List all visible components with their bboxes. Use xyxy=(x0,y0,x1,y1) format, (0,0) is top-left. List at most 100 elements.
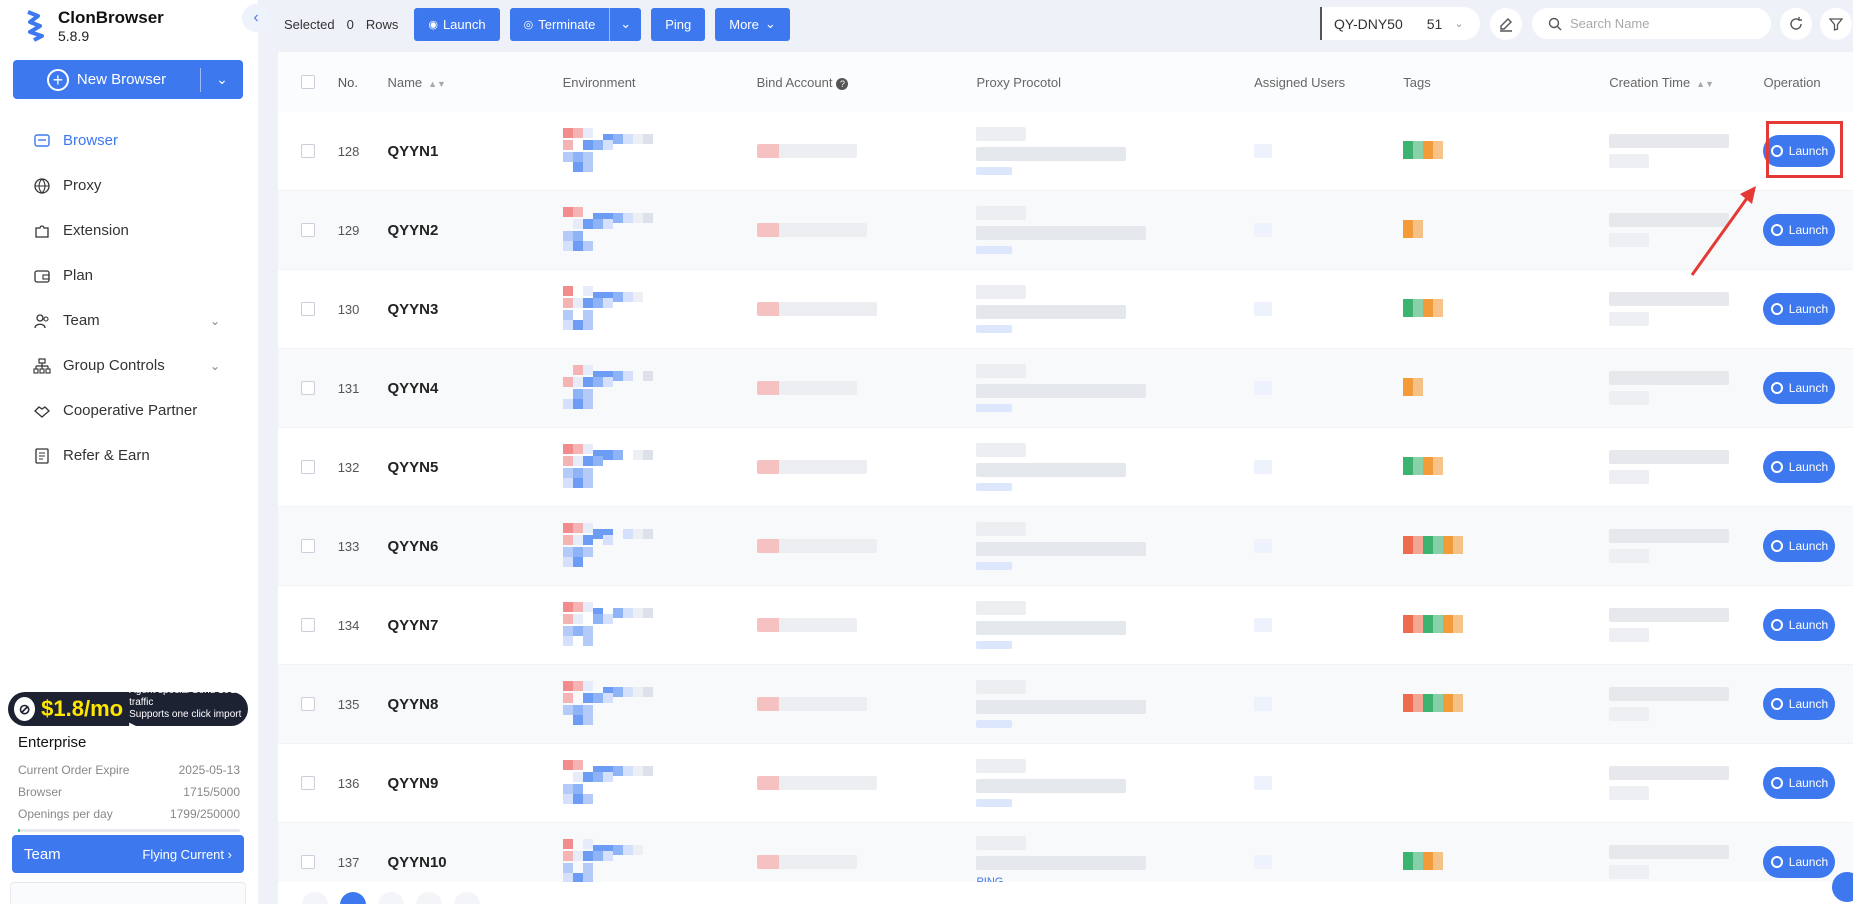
row-name[interactable]: QYYN3 xyxy=(387,301,562,318)
row-launch-button[interactable]: Launch xyxy=(1763,214,1836,246)
chevron-down-icon: ⌄ xyxy=(1454,18,1464,30)
page-prev[interactable] xyxy=(302,892,328,904)
table-row[interactable]: 136 QYYN9 Launch xyxy=(278,744,1853,823)
tag-chip xyxy=(1403,535,1414,554)
sidebar-item-label: Team xyxy=(63,312,100,329)
table-row[interactable]: 135 QYYN8 Launch xyxy=(278,665,1853,744)
ping-button[interactable]: Ping xyxy=(651,7,706,41)
edit-group-button[interactable] xyxy=(1490,8,1522,40)
proxy-blurred xyxy=(976,325,1013,333)
tags-cell xyxy=(1403,693,1609,715)
header-tags: Tags xyxy=(1403,74,1431,90)
table-row[interactable]: 137 QYYN10 PING Launch xyxy=(278,823,1853,882)
sidebar-item-plan[interactable]: Plan xyxy=(0,253,258,298)
launch-selected-button[interactable]: ◉ Launch xyxy=(414,7,500,41)
collapse-sidebar-button[interactable]: ‹ xyxy=(242,4,270,32)
openings-progress-bar xyxy=(18,829,240,832)
sidebar-item-group-controls[interactable]: Group Controls ⌄ xyxy=(0,343,258,388)
group-select[interactable]: QY-DNY50 51 ⌄ xyxy=(1320,7,1480,40)
table-row[interactable]: 130 QYYN3 Launch xyxy=(278,270,1853,349)
row-launch-button[interactable]: Launch xyxy=(1763,767,1836,799)
row-launch-button[interactable]: Launch xyxy=(1763,530,1836,562)
row-checkbox[interactable] xyxy=(300,302,315,316)
row-checkbox[interactable] xyxy=(300,855,315,869)
creation-time-blurred xyxy=(1609,134,1730,148)
more-button[interactable]: More ⌄ xyxy=(715,7,790,41)
sidebar-item-cooperative-partner[interactable]: Cooperative Partner xyxy=(0,388,258,433)
table-row[interactable]: 133 QYYN6 Launch xyxy=(278,507,1853,586)
row-name[interactable]: QYYN9 xyxy=(387,775,562,792)
sort-icon[interactable]: ▲▼ xyxy=(428,79,446,89)
row-launch-button[interactable]: Launch xyxy=(1763,609,1836,641)
select-all-checkbox[interactable] xyxy=(300,75,315,89)
creation-time-blurred xyxy=(1609,233,1650,247)
new-browser-main[interactable]: + New Browser xyxy=(13,67,201,92)
new-browser-button[interactable]: + New Browser ⌄ xyxy=(13,60,243,99)
row-name[interactable]: QYYN8 xyxy=(387,696,562,713)
tag-chip xyxy=(1433,614,1444,633)
table-row[interactable]: 131 QYYN4 Launch xyxy=(278,349,1853,428)
terminate-dropdown-button[interactable]: ⌄ xyxy=(609,7,642,41)
bind-account-blurred xyxy=(756,855,857,869)
row-launch-button[interactable]: Launch xyxy=(1763,846,1836,878)
row-name[interactable]: QYYN7 xyxy=(387,617,562,634)
row-no: 130 xyxy=(337,301,360,317)
sidebar-item-extension[interactable]: Extension xyxy=(0,208,258,253)
promo-banner[interactable]: ⊘ $1.8/mo Agent special Send 10G traffic… xyxy=(8,685,248,732)
sidebar-item-proxy[interactable]: Proxy xyxy=(0,163,258,208)
row-checkbox[interactable] xyxy=(300,144,315,158)
page-next[interactable] xyxy=(454,892,480,904)
sidebar-item-refer-earn[interactable]: Refer & Earn xyxy=(0,433,258,478)
tags-cell xyxy=(1403,219,1609,241)
row-no: 129 xyxy=(337,222,360,238)
terminate-button[interactable]: ◎ Terminate xyxy=(509,7,610,41)
assigned-users-blurred xyxy=(1254,460,1273,474)
help-icon[interactable]: ? xyxy=(836,77,849,90)
row-launch-button[interactable]: Launch xyxy=(1763,688,1836,720)
row-name[interactable]: QYYN10 xyxy=(387,854,562,871)
row-name[interactable]: QYYN1 xyxy=(387,143,562,160)
sidebar-item-browser[interactable]: Browser xyxy=(0,118,258,163)
row-checkbox[interactable] xyxy=(300,618,315,632)
sort-icon[interactable]: ▲▼ xyxy=(1696,79,1714,89)
row-checkbox[interactable] xyxy=(300,697,315,711)
table-row[interactable]: 134 QYYN7 Launch xyxy=(278,586,1853,665)
header-name[interactable]: Name ▲▼ xyxy=(387,75,562,90)
row-checkbox[interactable] xyxy=(300,539,315,553)
row-checkbox[interactable] xyxy=(300,460,315,474)
proxy-blurred xyxy=(976,463,1127,477)
row-name[interactable]: QYYN6 xyxy=(387,538,562,555)
page-2[interactable] xyxy=(378,892,404,904)
header-creation-time[interactable]: Creation Time ▲▼ xyxy=(1609,75,1763,90)
refresh-button[interactable] xyxy=(1780,8,1812,40)
row-checkbox[interactable] xyxy=(300,381,315,395)
promo-price: $1.8/mo xyxy=(41,696,124,721)
filter-button[interactable] xyxy=(1820,8,1852,40)
table-row[interactable]: 128 QYYN1 Launch xyxy=(278,112,1853,191)
user-account-row[interactable] xyxy=(10,882,246,904)
row-launch-button[interactable]: Launch xyxy=(1763,451,1836,483)
header-assigned-users: Assigned Users xyxy=(1254,74,1346,90)
bind-account-blurred xyxy=(756,223,867,237)
team-switch-bar[interactable]: Team Flying Current › xyxy=(12,835,244,873)
row-checkbox[interactable] xyxy=(300,776,315,790)
row-launch-button[interactable]: Launch xyxy=(1763,372,1836,404)
search-input[interactable] xyxy=(1570,16,1750,31)
page-1[interactable] xyxy=(340,892,366,904)
table-row[interactable]: 129 QYYN2 Launch xyxy=(278,191,1853,270)
row-name[interactable]: QYYN4 xyxy=(387,380,562,397)
tags-cell xyxy=(1403,298,1609,320)
assigned-users-blurred xyxy=(1254,302,1273,316)
row-launch-button[interactable]: Launch xyxy=(1763,293,1836,325)
row-name[interactable]: QYYN2 xyxy=(387,222,562,239)
row-no: 128 xyxy=(337,143,360,159)
table-row[interactable]: 132 QYYN5 Launch xyxy=(278,428,1853,507)
row-checkbox[interactable] xyxy=(300,223,315,237)
sidebar-item-team[interactable]: Team ⌄ xyxy=(0,298,258,343)
row-name[interactable]: QYYN5 xyxy=(387,459,562,476)
launch-icon xyxy=(1770,224,1783,236)
proxy-blurred xyxy=(976,799,1013,807)
tag-chip xyxy=(1443,614,1454,633)
page-3[interactable] xyxy=(416,892,442,904)
new-browser-dropdown-chevron-icon[interactable]: ⌄ xyxy=(201,71,243,88)
